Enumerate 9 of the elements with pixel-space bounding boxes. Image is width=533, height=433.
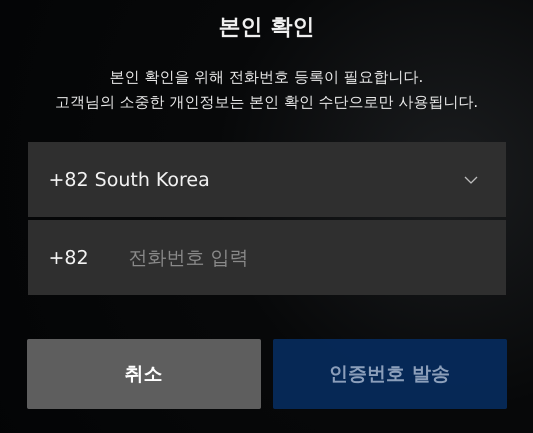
phone-field[interactable]: +82 전화번호 입력 <box>28 220 506 295</box>
description-text: 본인 확인을 위해 전화번호 등록이 필요합니다. <box>110 67 424 88</box>
chevron-down-icon <box>464 176 478 184</box>
description-text: 고객님의 소중한 개인정보는 본인 확인 수단으로만 사용됩니다. <box>54 92 478 113</box>
cancel-button[interactable]: 취소 <box>26 339 260 409</box>
dialog-title: 본인 확인 <box>218 14 314 42</box>
phone-input[interactable]: 전화번호 입력 <box>128 220 478 295</box>
country-code-text: +82 <box>48 246 90 268</box>
country-select[interactable]: +82 South Korea <box>28 142 506 217</box>
